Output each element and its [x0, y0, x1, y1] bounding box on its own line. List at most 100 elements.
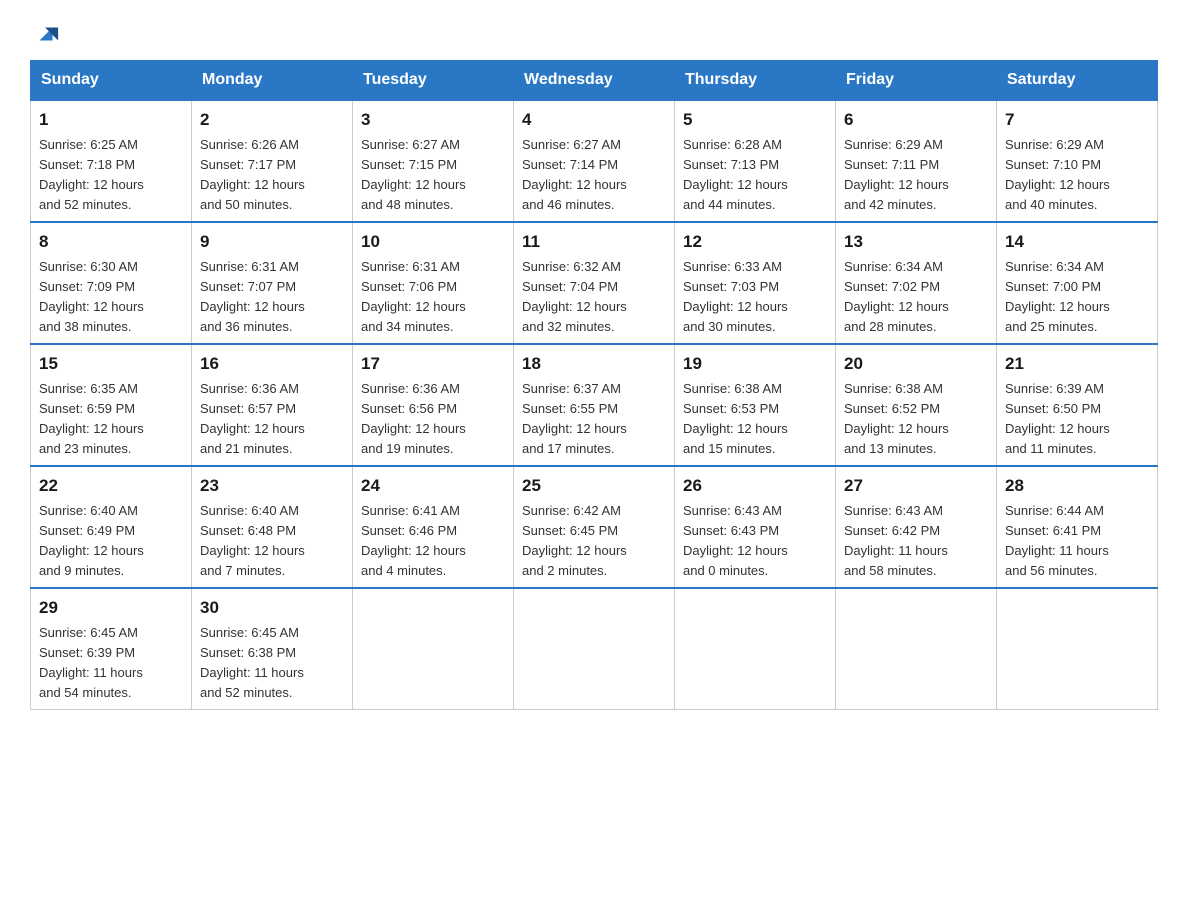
calendar-cell: 10Sunrise: 6:31 AM Sunset: 7:06 PM Dayli…: [353, 222, 514, 344]
day-info: Sunrise: 6:28 AM Sunset: 7:13 PM Dayligh…: [683, 135, 827, 216]
calendar-cell: 24Sunrise: 6:41 AM Sunset: 6:46 PM Dayli…: [353, 466, 514, 588]
day-number: 17: [361, 351, 505, 377]
day-info: Sunrise: 6:41 AM Sunset: 6:46 PM Dayligh…: [361, 501, 505, 582]
day-info: Sunrise: 6:37 AM Sunset: 6:55 PM Dayligh…: [522, 379, 666, 460]
day-info: Sunrise: 6:36 AM Sunset: 6:56 PM Dayligh…: [361, 379, 505, 460]
day-info: Sunrise: 6:34 AM Sunset: 7:00 PM Dayligh…: [1005, 257, 1149, 338]
calendar-cell: 5Sunrise: 6:28 AM Sunset: 7:13 PM Daylig…: [675, 100, 836, 222]
day-info: Sunrise: 6:31 AM Sunset: 7:07 PM Dayligh…: [200, 257, 344, 338]
weekday-header-sunday: Sunday: [31, 61, 192, 101]
calendar-table: SundayMondayTuesdayWednesdayThursdayFrid…: [30, 60, 1158, 710]
day-info: Sunrise: 6:32 AM Sunset: 7:04 PM Dayligh…: [522, 257, 666, 338]
calendar-cell: 25Sunrise: 6:42 AM Sunset: 6:45 PM Dayli…: [514, 466, 675, 588]
calendar-cell: 1Sunrise: 6:25 AM Sunset: 7:18 PM Daylig…: [31, 100, 192, 222]
day-info: Sunrise: 6:29 AM Sunset: 7:11 PM Dayligh…: [844, 135, 988, 216]
calendar-cell: 23Sunrise: 6:40 AM Sunset: 6:48 PM Dayli…: [192, 466, 353, 588]
day-number: 21: [1005, 351, 1149, 377]
day-info: Sunrise: 6:33 AM Sunset: 7:03 PM Dayligh…: [683, 257, 827, 338]
day-info: Sunrise: 6:36 AM Sunset: 6:57 PM Dayligh…: [200, 379, 344, 460]
calendar-cell: 20Sunrise: 6:38 AM Sunset: 6:52 PM Dayli…: [836, 344, 997, 466]
calendar-cell: 14Sunrise: 6:34 AM Sunset: 7:00 PM Dayli…: [997, 222, 1158, 344]
calendar-week-1: 1Sunrise: 6:25 AM Sunset: 7:18 PM Daylig…: [31, 100, 1158, 222]
day-info: Sunrise: 6:27 AM Sunset: 7:15 PM Dayligh…: [361, 135, 505, 216]
day-number: 18: [522, 351, 666, 377]
day-info: Sunrise: 6:44 AM Sunset: 6:41 PM Dayligh…: [1005, 501, 1149, 582]
day-info: Sunrise: 6:43 AM Sunset: 6:42 PM Dayligh…: [844, 501, 988, 582]
calendar-cell: 27Sunrise: 6:43 AM Sunset: 6:42 PM Dayli…: [836, 466, 997, 588]
calendar-cell: [514, 588, 675, 710]
calendar-cell: 4Sunrise: 6:27 AM Sunset: 7:14 PM Daylig…: [514, 100, 675, 222]
calendar-cell: 30Sunrise: 6:45 AM Sunset: 6:38 PM Dayli…: [192, 588, 353, 710]
calendar-cell: 8Sunrise: 6:30 AM Sunset: 7:09 PM Daylig…: [31, 222, 192, 344]
calendar-cell: 21Sunrise: 6:39 AM Sunset: 6:50 PM Dayli…: [997, 344, 1158, 466]
day-number: 29: [39, 595, 183, 621]
calendar-cell: [997, 588, 1158, 710]
day-number: 5: [683, 107, 827, 133]
day-info: Sunrise: 6:40 AM Sunset: 6:48 PM Dayligh…: [200, 501, 344, 582]
calendar-cell: 12Sunrise: 6:33 AM Sunset: 7:03 PM Dayli…: [675, 222, 836, 344]
weekday-header-tuesday: Tuesday: [353, 61, 514, 101]
day-number: 1: [39, 107, 183, 133]
calendar-cell: 18Sunrise: 6:37 AM Sunset: 6:55 PM Dayli…: [514, 344, 675, 466]
day-info: Sunrise: 6:42 AM Sunset: 6:45 PM Dayligh…: [522, 501, 666, 582]
calendar-cell: 16Sunrise: 6:36 AM Sunset: 6:57 PM Dayli…: [192, 344, 353, 466]
day-info: Sunrise: 6:30 AM Sunset: 7:09 PM Dayligh…: [39, 257, 183, 338]
weekday-header-saturday: Saturday: [997, 61, 1158, 101]
day-number: 26: [683, 473, 827, 499]
day-number: 25: [522, 473, 666, 499]
calendar-cell: [353, 588, 514, 710]
day-number: 14: [1005, 229, 1149, 255]
calendar-cell: 15Sunrise: 6:35 AM Sunset: 6:59 PM Dayli…: [31, 344, 192, 466]
day-number: 6: [844, 107, 988, 133]
day-number: 13: [844, 229, 988, 255]
day-number: 10: [361, 229, 505, 255]
day-number: 22: [39, 473, 183, 499]
calendar-week-4: 22Sunrise: 6:40 AM Sunset: 6:49 PM Dayli…: [31, 466, 1158, 588]
day-info: Sunrise: 6:43 AM Sunset: 6:43 PM Dayligh…: [683, 501, 827, 582]
day-info: Sunrise: 6:40 AM Sunset: 6:49 PM Dayligh…: [39, 501, 183, 582]
calendar-cell: 19Sunrise: 6:38 AM Sunset: 6:53 PM Dayli…: [675, 344, 836, 466]
day-number: 8: [39, 229, 183, 255]
day-number: 12: [683, 229, 827, 255]
day-number: 4: [522, 107, 666, 133]
calendar-cell: 6Sunrise: 6:29 AM Sunset: 7:11 PM Daylig…: [836, 100, 997, 222]
day-number: 11: [522, 229, 666, 255]
day-info: Sunrise: 6:45 AM Sunset: 6:39 PM Dayligh…: [39, 623, 183, 704]
calendar-cell: 2Sunrise: 6:26 AM Sunset: 7:17 PM Daylig…: [192, 100, 353, 222]
day-number: 9: [200, 229, 344, 255]
day-number: 24: [361, 473, 505, 499]
calendar-cell: 29Sunrise: 6:45 AM Sunset: 6:39 PM Dayli…: [31, 588, 192, 710]
day-info: Sunrise: 6:38 AM Sunset: 6:52 PM Dayligh…: [844, 379, 988, 460]
logo-icon: [32, 20, 60, 48]
day-info: Sunrise: 6:29 AM Sunset: 7:10 PM Dayligh…: [1005, 135, 1149, 216]
calendar-cell: [675, 588, 836, 710]
day-number: 23: [200, 473, 344, 499]
calendar-cell: [836, 588, 997, 710]
day-info: Sunrise: 6:34 AM Sunset: 7:02 PM Dayligh…: [844, 257, 988, 338]
calendar-week-5: 29Sunrise: 6:45 AM Sunset: 6:39 PM Dayli…: [31, 588, 1158, 710]
day-number: 20: [844, 351, 988, 377]
day-number: 7: [1005, 107, 1149, 133]
weekday-header-row: SundayMondayTuesdayWednesdayThursdayFrid…: [31, 61, 1158, 101]
day-info: Sunrise: 6:31 AM Sunset: 7:06 PM Dayligh…: [361, 257, 505, 338]
calendar-cell: 13Sunrise: 6:34 AM Sunset: 7:02 PM Dayli…: [836, 222, 997, 344]
calendar-cell: 28Sunrise: 6:44 AM Sunset: 6:41 PM Dayli…: [997, 466, 1158, 588]
day-info: Sunrise: 6:45 AM Sunset: 6:38 PM Dayligh…: [200, 623, 344, 704]
calendar-cell: 7Sunrise: 6:29 AM Sunset: 7:10 PM Daylig…: [997, 100, 1158, 222]
calendar-week-3: 15Sunrise: 6:35 AM Sunset: 6:59 PM Dayli…: [31, 344, 1158, 466]
day-number: 3: [361, 107, 505, 133]
calendar-cell: 22Sunrise: 6:40 AM Sunset: 6:49 PM Dayli…: [31, 466, 192, 588]
weekday-header-monday: Monday: [192, 61, 353, 101]
calendar-cell: 11Sunrise: 6:32 AM Sunset: 7:04 PM Dayli…: [514, 222, 675, 344]
day-number: 28: [1005, 473, 1149, 499]
day-number: 19: [683, 351, 827, 377]
day-number: 15: [39, 351, 183, 377]
day-number: 30: [200, 595, 344, 621]
day-number: 16: [200, 351, 344, 377]
calendar-cell: 17Sunrise: 6:36 AM Sunset: 6:56 PM Dayli…: [353, 344, 514, 466]
day-number: 27: [844, 473, 988, 499]
weekday-header-wednesday: Wednesday: [514, 61, 675, 101]
weekday-header-friday: Friday: [836, 61, 997, 101]
weekday-header-thursday: Thursday: [675, 61, 836, 101]
day-info: Sunrise: 6:25 AM Sunset: 7:18 PM Dayligh…: [39, 135, 183, 216]
